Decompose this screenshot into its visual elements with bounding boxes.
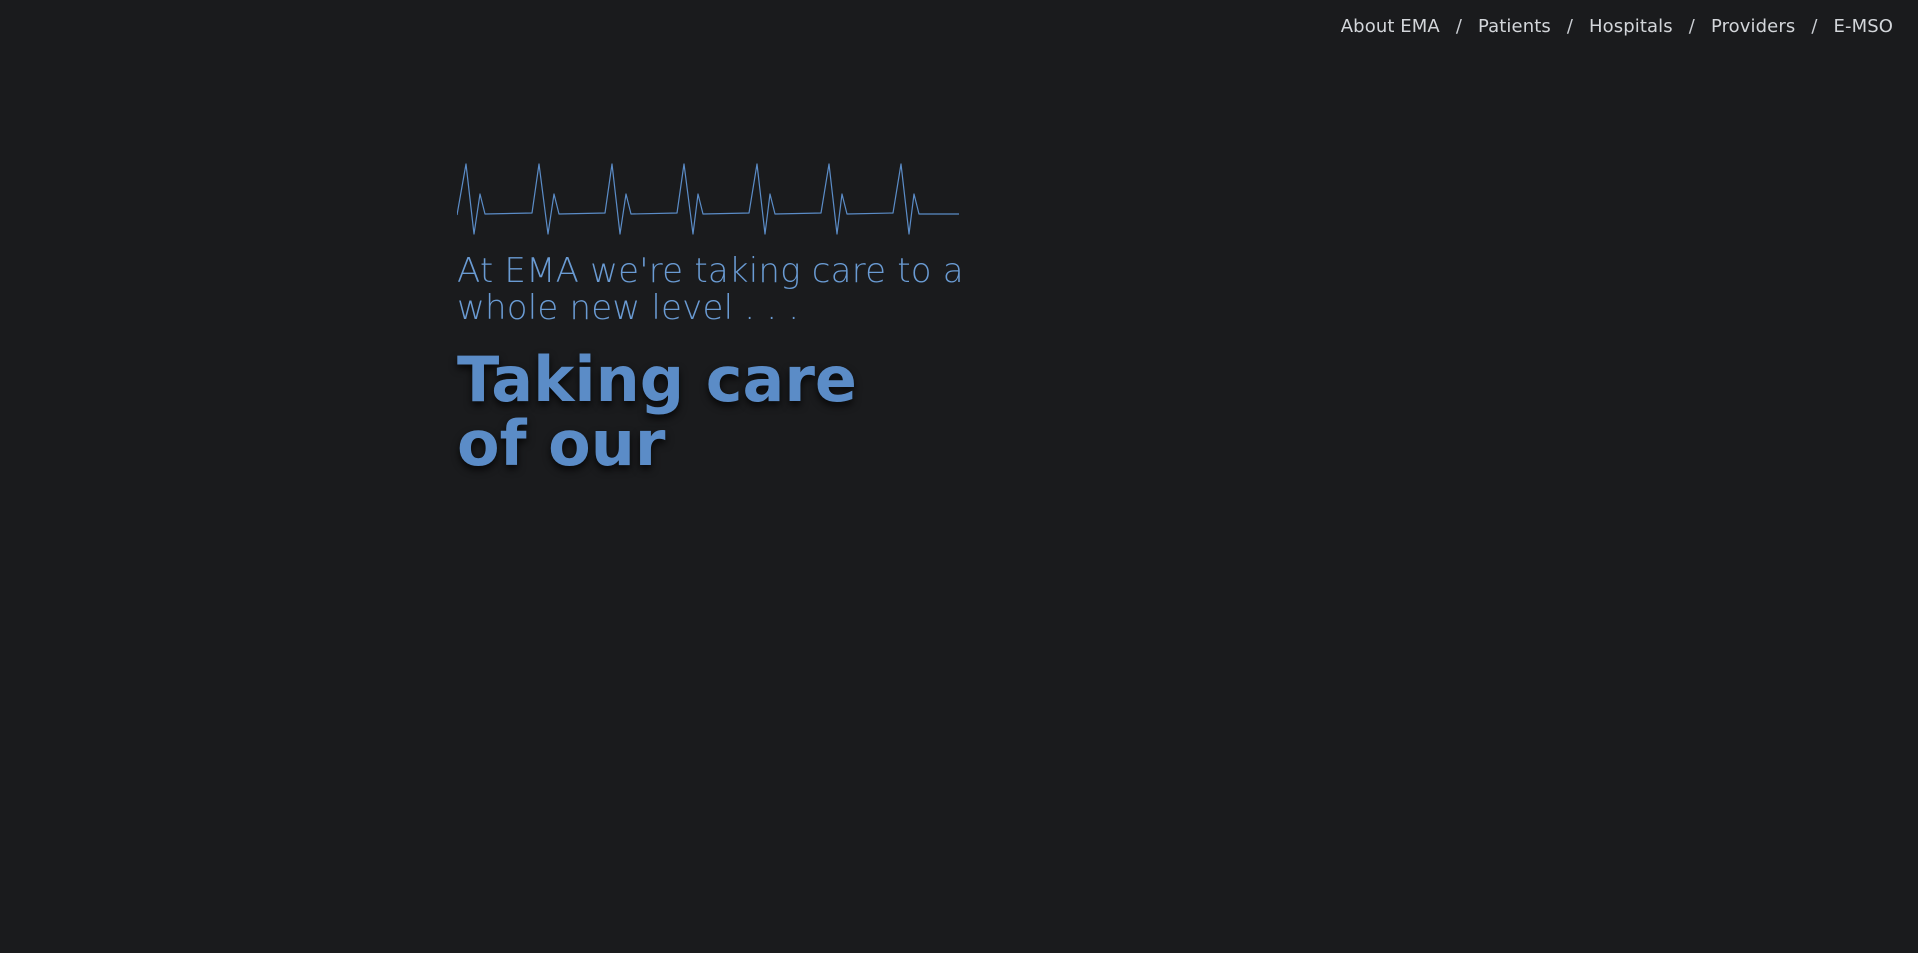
top-navigation: About EMA / Patients / Hospitals / Provi…: [1341, 16, 1893, 37]
nav-separator: /: [1811, 16, 1818, 37]
nav-link-patients[interactable]: Patients: [1478, 16, 1551, 37]
nav-separator: /: [1566, 16, 1574, 37]
hero-intro-text: At EMA we're taking care to a whole new …: [457, 251, 964, 328]
heartbeat-line-icon: [457, 163, 959, 235]
nav-link-about-ema[interactable]: About EMA: [1341, 16, 1440, 37]
nav-separator: /: [1688, 16, 1695, 37]
nav-link-providers[interactable]: Providers: [1711, 16, 1795, 37]
nav-link-hospitals[interactable]: Hospitals: [1589, 16, 1673, 37]
nav-separator: /: [1455, 16, 1462, 37]
nav-link-e-mso[interactable]: E-MSO: [1834, 16, 1894, 37]
hero-headline: Taking care of our: [457, 343, 857, 480]
